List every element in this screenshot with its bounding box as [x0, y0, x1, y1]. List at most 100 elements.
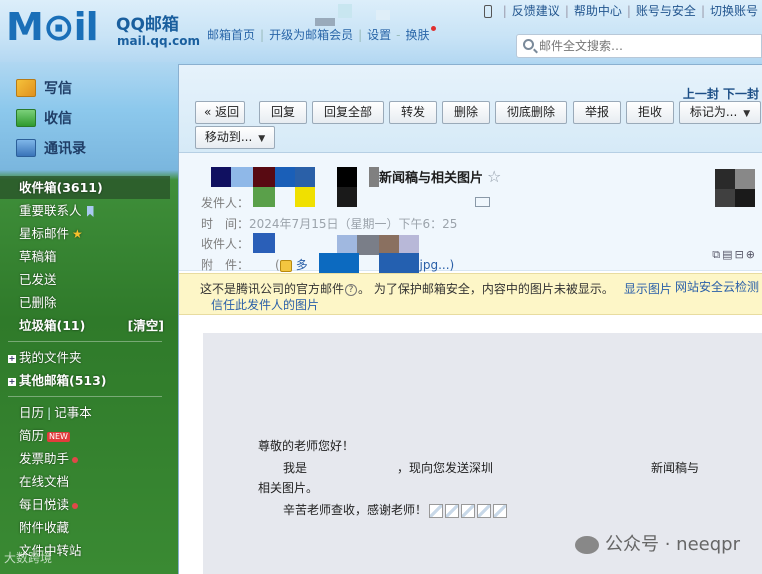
nav-write-label: 写信: [44, 81, 72, 97]
left-sidebar: 写信 收信 通讯录 收件箱(3611) 重要联系人 星标邮件 ★ 草稿箱 已发送 …: [0, 62, 172, 574]
link-switch-account[interactable]: 切换账号: [710, 4, 758, 18]
redacted-block: [231, 167, 253, 187]
prev-next-links[interactable]: 上一封 下一封: [683, 85, 759, 102]
chevron-down-icon: ▼: [743, 109, 751, 119]
redacted-block: [315, 18, 335, 26]
folder-label: 星标邮件: [19, 226, 70, 241]
body-line-3: 辛苦老师查收，感谢老师！: [283, 501, 508, 518]
app-online-docs[interactable]: 在线文档: [0, 470, 170, 493]
search-input[interactable]: [539, 37, 759, 55]
delete-button[interactable]: 删除: [442, 101, 490, 124]
attachment-prefix[interactable]: 多: [296, 258, 308, 272]
empty-spam-link[interactable]: [清空]: [128, 314, 164, 337]
body-line-1: 我是 ，现向您发送深圳: [283, 459, 493, 476]
trust-sender-link[interactable]: 信任此发件人的图片: [211, 296, 319, 313]
folder-inbox[interactable]: 收件箱(3611): [0, 176, 170, 199]
link-help[interactable]: 帮助中心: [574, 4, 622, 18]
phone-icon[interactable]: [483, 5, 492, 18]
top-right-links: | 反馈建议 | 帮助中心 | 账号与安全 | 切换账号: [483, 2, 758, 19]
folder-label: 已发送: [19, 272, 57, 287]
app-notes-label[interactable]: 记事本: [54, 405, 92, 420]
qq-mail-logo[interactable]: M⊙il QQ邮箱 mail.qq.com: [6, 4, 200, 54]
folder-important-contacts[interactable]: 重要联系人: [0, 199, 170, 222]
link-upgrade-vip[interactable]: 开级为邮箱会员: [269, 28, 353, 42]
redacted-block: [295, 167, 315, 187]
more-icon[interactable]: ⊕: [746, 248, 757, 261]
nav-receive[interactable]: 收信: [16, 106, 72, 130]
folder-spam[interactable]: 垃圾箱(11) [清空]: [0, 314, 170, 337]
nav-write[interactable]: 写信: [16, 76, 72, 100]
print-icon[interactable]: ▤: [722, 248, 734, 261]
redacted-block: [337, 187, 357, 207]
broken-image-icon: [493, 503, 508, 518]
move-to-dropdown[interactable]: 移动到... ▼: [195, 126, 275, 149]
link-change-skin[interactable]: 换肤: [405, 28, 429, 42]
contact-card-icon[interactable]: [475, 197, 490, 207]
reject-button[interactable]: 拒收: [626, 101, 674, 124]
redacted-block: [338, 4, 352, 18]
new-dot-icon: [430, 26, 436, 31]
folder-deleted[interactable]: 已删除: [0, 291, 170, 314]
nav-contacts[interactable]: 通讯录: [16, 136, 86, 160]
redacted-block: [376, 10, 390, 20]
help-question-icon[interactable]: ?: [345, 283, 358, 296]
expand-plus-icon[interactable]: +: [8, 377, 16, 386]
forward-button[interactable]: 转发: [389, 101, 437, 124]
reply-button[interactable]: 回复: [259, 101, 307, 124]
divider: |: [626, 4, 631, 18]
to-label: 收件人：: [201, 237, 250, 251]
link-account-security[interactable]: 账号与安全: [636, 4, 696, 18]
app-resume[interactable]: 简历 NEW: [0, 424, 170, 447]
address-book-icon: [16, 139, 36, 157]
subject-text: 新闻稿与相关图片: [379, 171, 484, 186]
app-attachment-favorites[interactable]: 附件收藏: [0, 516, 170, 539]
show-images-link[interactable]: 显示图片: [624, 282, 672, 296]
link-settings[interactable]: 设置: [367, 28, 391, 42]
app-invoice[interactable]: 发票助手: [0, 447, 170, 470]
search-box[interactable]: [516, 34, 762, 58]
notice-images-hidden: 。 为了保护邮箱安全，内容中的图片未被显示。: [358, 282, 614, 296]
folder-list: 收件箱(3611) 重要联系人 星标邮件 ★ 草稿箱 已发送 已删除 垃圾箱(11…: [0, 176, 170, 562]
star-outline-icon[interactable]: ☆: [487, 167, 501, 186]
back-button[interactable]: « 返回: [195, 101, 245, 124]
my-folders-group[interactable]: + 我的文件夹: [0, 346, 170, 369]
link-mail-home[interactable]: 邮箱首页: [207, 28, 255, 42]
save-icon[interactable]: ⊟: [735, 248, 746, 261]
expand-plus-icon[interactable]: +: [8, 354, 16, 363]
report-button[interactable]: 举报: [573, 101, 621, 124]
group-label: 其他邮箱(513): [19, 373, 107, 388]
logo-qq-text: QQ邮箱: [116, 15, 179, 35]
new-window-icon[interactable]: ⧉: [712, 248, 722, 261]
divider: [8, 396, 162, 397]
red-dot-icon: [72, 502, 79, 509]
link-feedback[interactable]: 反馈建议: [512, 4, 560, 18]
search-icon[interactable]: [523, 39, 534, 50]
folder-sent[interactable]: 已发送: [0, 268, 170, 291]
app-calendar[interactable]: 日历 | 记事本: [0, 401, 170, 424]
attachment-label: 附 件：: [201, 258, 250, 272]
other-mailboxes-group[interactable]: + 其他邮箱(513): [0, 369, 170, 392]
watermark-text: 公众号 · neeqpr: [605, 534, 740, 555]
time-row: 时 间：2024年7月15日（星期一）下午6：25: [201, 215, 457, 232]
redacted-block: [399, 235, 419, 255]
folder-drafts[interactable]: 草稿箱: [0, 245, 170, 268]
bookmark-icon: [86, 206, 94, 217]
divider: |: [564, 4, 569, 18]
body-text: 辛苦老师查收，感谢老师！: [283, 503, 428, 517]
move-to-label: 移动到...: [204, 130, 253, 144]
permanent-delete-button[interactable]: 彻底删除: [495, 101, 567, 124]
redacted-block: [735, 169, 755, 189]
folder-starred[interactable]: 星标邮件 ★: [0, 222, 170, 245]
body-text: 我是: [283, 461, 308, 475]
from-label: 发件人：: [201, 196, 250, 210]
redacted-block: [715, 169, 735, 189]
reply-all-button[interactable]: 回复全部: [312, 101, 384, 124]
app-label: 发票助手: [19, 451, 70, 466]
app-label: 日历: [19, 405, 45, 420]
redacted-block: [379, 253, 419, 273]
app-label: 每日悦读: [19, 497, 70, 512]
mark-as-dropdown[interactable]: 标记为... ▼: [679, 101, 761, 124]
app-label: 简历: [19, 428, 45, 443]
app-daily-reading[interactable]: 每日悦读: [0, 493, 170, 516]
cloud-check-link[interactable]: 网站安全云检测: [675, 278, 759, 295]
